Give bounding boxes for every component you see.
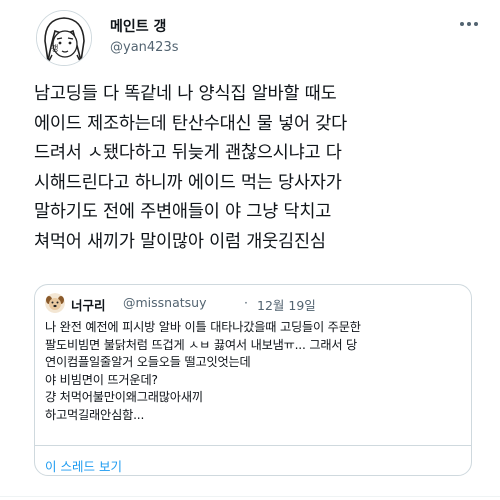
tweet-text: 남고딩들 다 똑같네 나 양식집 알바할 때도 에이드 제조하는데 탄산수대신 … bbox=[34, 80, 474, 257]
quote-text-line: 야 비빔면이 뜨거운데? bbox=[45, 372, 158, 387]
quote-text-line: 하고먹길래안심함... bbox=[45, 407, 145, 422]
tweet-text-line: 말하기도 전에 주변애들이 야 그냥 닥치고 bbox=[34, 202, 332, 222]
dog-face-avatar-icon bbox=[45, 293, 65, 313]
quote-date[interactable]: 12월 19일 bbox=[257, 295, 316, 314]
author-avatar[interactable]: 갱 bbox=[36, 10, 92, 66]
more-options-icon bbox=[460, 22, 478, 26]
svg-text:갱: 갱 bbox=[51, 43, 58, 53]
tweet-text-line: 남고딩들 다 똑같네 나 양식집 알바할 때도 bbox=[34, 84, 337, 104]
divider bbox=[0, 496, 500, 497]
quote-separator: · bbox=[244, 295, 248, 310]
tweet-text-line: 쳐먹어 새끼가 말이많아 이럼 개웃김진심 bbox=[34, 231, 326, 252]
show-thread-link[interactable]: 이 스레드 보기 bbox=[35, 445, 471, 475]
quote-author-name[interactable]: 너구리 bbox=[71, 295, 106, 314]
quote-text-line: 팔도비빔면 불닭처럼 뜨겁게 ㅅㅂ 끓여서 내보냄ㅠ... 그래서 당 bbox=[45, 337, 358, 352]
tweet-text-line: 에이드 제조하는데 탄산수대신 물 넣어 갖다 bbox=[34, 113, 348, 134]
tweet-text-line: 시해드린다고 하니까 에이드 먹는 당사자가 bbox=[34, 172, 342, 193]
author-handle[interactable]: @yan423s bbox=[110, 40, 179, 55]
sketch-girl-avatar-icon: 갱 bbox=[37, 11, 91, 65]
quote-text: 나 완전 예전에 피시방 알바 이틀 대타나갔을때 고딩들이 주문한 팔도비빔면… bbox=[45, 319, 465, 424]
quote-text-line: 걍 처먹어불만이왜그래많아새끼 bbox=[45, 390, 203, 404]
quote-author-avatar[interactable] bbox=[45, 293, 65, 313]
more-options-button[interactable] bbox=[456, 14, 482, 34]
author-name[interactable]: 메인트 갱 bbox=[110, 16, 166, 36]
tweet-text-line: 드려서 ㅅ됐다하고 뒤늦게 괜찮으시냐고 다 bbox=[34, 143, 342, 163]
quote-author-handle[interactable]: @missnatsuy bbox=[123, 295, 207, 310]
quoted-tweet[interactable]: 너구리 @missnatsuy · 12월 19일 나 완전 예전에 피시방 알… bbox=[34, 284, 472, 476]
quote-text-line: 나 완전 예전에 피시방 알바 이틀 대타나갔을때 고딩들이 주문한 bbox=[45, 320, 361, 334]
quote-text-line: 연이컴플일줄알거 오들오들 떨고잇엇는데 bbox=[45, 355, 251, 369]
